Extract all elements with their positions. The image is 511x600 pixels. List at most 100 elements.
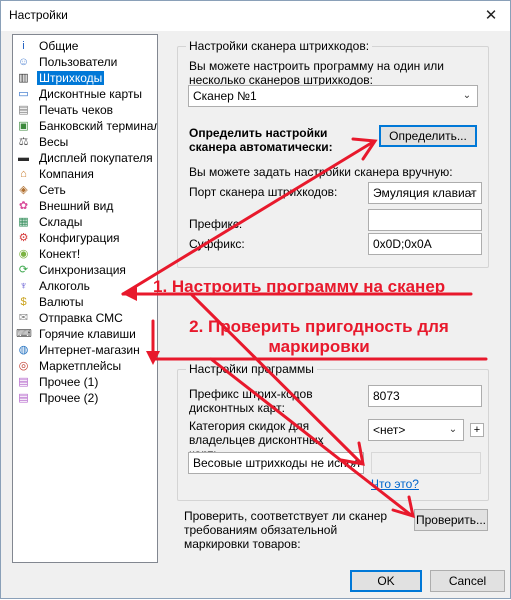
marketplace-icon: ◎: [18, 360, 29, 372]
sidebar-item-label: Горячие клавиши: [39, 327, 136, 341]
auto-detect-label: Определить настройки сканера автоматичес…: [189, 126, 333, 154]
sidebar-item[interactable]: ▤ Прочее (2): [13, 390, 157, 406]
sidebar-item-label: Штрихкоды: [37, 71, 105, 85]
scanner-select-value: Сканер №1: [193, 89, 257, 103]
sidebar-item[interactable]: ▭ Дисконтные карты: [13, 86, 157, 102]
sidebar-item-label: Печать чеков: [39, 103, 114, 117]
chevron-down-icon: ⌄: [448, 424, 458, 435]
settings-window: Настройки ✕ i Общие ☺ Пользователи ▥ Штрихкод…: [0, 0, 511, 599]
card-prefix-label: Префикс штрих-кодов дисконтных карт:: [189, 387, 313, 415]
scanner-group-title: Настройки сканера штрихкодов:: [186, 39, 373, 53]
sidebar-item[interactable]: ▥ Штрихкоды: [13, 70, 157, 86]
scanner-intro-text: Вы можете настроить программу на один ил…: [189, 59, 445, 87]
sidebar-item[interactable]: $ Валюты: [13, 294, 157, 310]
sidebar-item-label: Пользователи: [39, 55, 118, 69]
online-store-icon: ◍: [18, 344, 29, 356]
misc-icon: ▤: [18, 392, 29, 404]
suffix-label: Суффикс:: [189, 237, 245, 251]
sidebar-item[interactable]: ♆ Алкоголь: [13, 278, 157, 294]
sidebar-item-label: Дисплей покупателя: [39, 151, 153, 165]
hotkeys-icon: ⌨: [16, 328, 32, 340]
sidebar-item[interactable]: ✿ Внешний вид: [13, 198, 157, 214]
port-select[interactable]: Эмуляция клавиат ⌄: [368, 182, 482, 204]
sidebar-item[interactable]: ⌂ Компания: [13, 166, 157, 182]
warehouse-icon: ▦: [18, 216, 29, 228]
weight-barcodes-value: Весовые штрихкоды не испол: [193, 456, 360, 470]
ok-button[interactable]: OK: [350, 570, 422, 592]
sidebar-item[interactable]: ◉ Конект!: [13, 246, 157, 262]
company-icon: ⌂: [20, 168, 27, 180]
android-icon: ◉: [18, 248, 29, 260]
annotation-step-1: 1. Настроить программу на сканер: [153, 277, 446, 296]
sidebar-item[interactable]: ⟳ Синхронизация: [13, 262, 157, 278]
marking-check-label: Проверить, соответствует ли сканер требо…: [184, 509, 388, 551]
settings-category-tree[interactable]: i Общие ☺ Пользователи ▥ Штрихкоды ▭ Дисконтные…: [12, 34, 158, 563]
sidebar-item[interactable]: ▤ Печать чеков: [13, 102, 157, 118]
sidebar-item-label: Конфигурация: [39, 231, 120, 245]
sync-icon: ⟳: [18, 264, 29, 276]
scales-icon: ⚖: [18, 136, 29, 148]
discount-category-value: <нет>: [373, 423, 406, 437]
detect-button[interactable]: Определить...: [379, 125, 477, 147]
sidebar-item-label: Отправка СМС: [39, 311, 123, 325]
sidebar-item-label: Склады: [39, 215, 83, 229]
sidebar-item[interactable]: ▬ Дисплей покупателя: [13, 150, 157, 166]
sidebar-item-label: Маркетплейсы: [39, 359, 122, 373]
sidebar-item-label: Синхронизация: [39, 263, 126, 277]
sidebar-item[interactable]: ⌨ Горячие клавиши: [13, 326, 157, 342]
weight-barcodes-select[interactable]: Весовые штрихкоды не испол ⌄: [188, 452, 364, 474]
sidebar-item[interactable]: ▦ Склады: [13, 214, 157, 230]
sidebar-item-label: Сеть: [39, 183, 66, 197]
customer-display-icon: ▬: [18, 152, 29, 164]
appearance-icon: ✿: [18, 200, 29, 212]
title-bar: Настройки ✕: [1, 1, 510, 31]
sidebar-item[interactable]: ◎ Маркетплейсы: [13, 358, 157, 374]
close-icon[interactable]: ✕: [478, 4, 504, 28]
discount-category-select[interactable]: <нет> ⌄: [368, 419, 464, 441]
chevron-down-icon: ⌄: [462, 90, 472, 101]
sidebar-item-label: Весы: [39, 135, 69, 149]
configuration-icon: ⚙: [18, 232, 29, 244]
prefix-label: Префикс:: [189, 217, 243, 231]
sidebar-item[interactable]: ◍ Интернет-магазин: [13, 342, 157, 358]
sidebar-item-label: Прочее (1): [39, 375, 99, 389]
annotation-step-2: 2. Проверить пригодность для маркировки: [189, 317, 449, 356]
suffix-input[interactable]: 0x0D;0x0A: [368, 233, 482, 255]
manual-settings-label: Вы можете задать настройки сканера вручн…: [189, 165, 453, 179]
add-category-button[interactable]: +: [470, 423, 484, 437]
sidebar-item-label: Дисконтные карты: [39, 87, 142, 101]
discount-card-icon: ▭: [18, 88, 29, 100]
cancel-button[interactable]: Cancel: [430, 570, 505, 592]
sidebar-item-label: Интернет-магазин: [39, 343, 140, 357]
check-button[interactable]: Проверить...: [414, 509, 488, 531]
sidebar-item[interactable]: ⚖ Весы: [13, 134, 157, 150]
chevron-down-icon: ⌄: [466, 187, 476, 198]
currency-icon: $: [20, 296, 27, 308]
network-icon: ◈: [19, 184, 28, 196]
sidebar-item[interactable]: ▤ Прочее (1): [13, 374, 157, 390]
sidebar-item[interactable]: ✉ Отправка СМС: [13, 310, 157, 326]
sidebar-item-label: Алкоголь: [39, 279, 90, 293]
sidebar-item-label: Компания: [39, 167, 94, 181]
info-icon: i: [22, 40, 25, 52]
sidebar-item[interactable]: ⚙ Конфигурация: [13, 230, 157, 246]
receipt-print-icon: ▤: [18, 104, 29, 116]
sidebar-item-label: Банковский терминал: [39, 119, 158, 133]
sms-icon: ✉: [18, 312, 29, 324]
card-prefix-input[interactable]: 8073: [368, 385, 482, 407]
prefix-input[interactable]: [368, 209, 482, 231]
sidebar-item[interactable]: ☺ Пользователи: [13, 54, 157, 70]
program-group-title: Настройки программы: [186, 362, 317, 376]
scanner-select[interactable]: Сканер №1 ⌄: [188, 85, 478, 107]
sidebar-item-label: Внешний вид: [39, 199, 114, 213]
sidebar-item[interactable]: i Общие: [13, 38, 157, 54]
what-is-this-link[interactable]: Что это?: [371, 477, 419, 491]
port-select-value: Эмуляция клавиат: [373, 186, 477, 200]
sidebar-item-label: Конект!: [39, 247, 81, 261]
window-title: Настройки: [9, 8, 68, 22]
sidebar-item-label: Валюты: [39, 295, 84, 309]
sidebar-item[interactable]: ▣ Банковский терминал: [13, 118, 157, 134]
barcode-icon: ▥: [18, 72, 29, 84]
sidebar-item[interactable]: ◈ Сеть: [13, 182, 157, 198]
weight-barcodes-field: [371, 452, 481, 474]
